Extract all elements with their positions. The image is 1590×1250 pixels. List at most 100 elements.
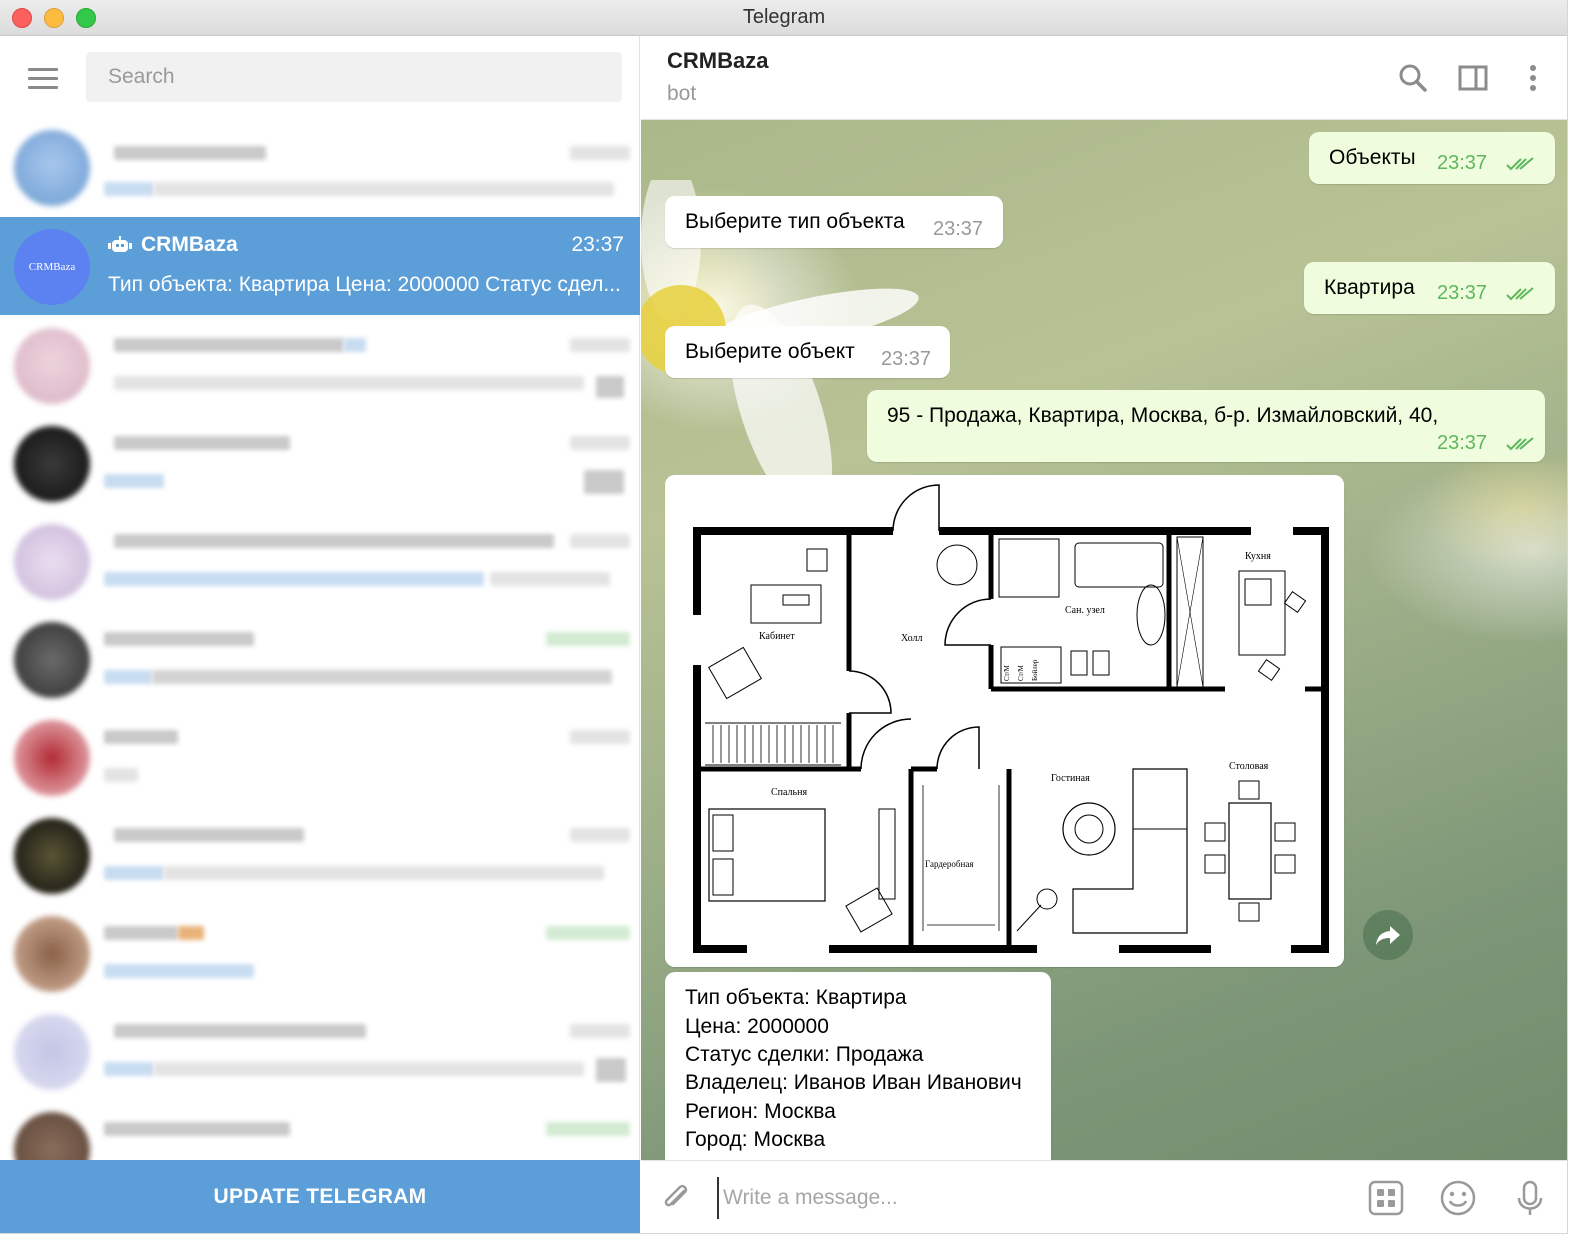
peer-name[interactable]: CRMBaza — [667, 48, 768, 74]
room-label-bedroom: Спальня — [771, 787, 807, 798]
avatar — [14, 720, 90, 796]
message-time: 23:37 — [881, 348, 932, 370]
chat-item-crmbaza[interactable]: CRMBaza CRMBaza 23:37 Тип объекта: Кварт… — [0, 217, 640, 315]
blurred-preview — [104, 768, 138, 782]
blurred-preview — [104, 474, 164, 488]
search-input[interactable] — [86, 52, 622, 102]
blurred-name — [114, 338, 344, 352]
attach-icon[interactable] — [657, 1179, 695, 1217]
bot-keyboard-icon[interactable] — [1367, 1179, 1405, 1217]
message-text: Квартира — [1324, 276, 1415, 299]
blurred-preview — [104, 572, 484, 586]
room-label-bathroom: Сан. узел — [1065, 605, 1105, 616]
blurred-preview — [154, 182, 614, 196]
room-label-appliance: Ст/М — [1017, 664, 1025, 681]
blurred-badge — [596, 1058, 626, 1082]
room-label-living: Гостиная — [1051, 773, 1090, 784]
chat-title: CRMBaza — [108, 233, 238, 257]
message-bubble-incoming[interactable]: Выберите тип объекта 23:37 — [665, 196, 1003, 248]
blurred-time — [546, 632, 630, 646]
message-bubble-outgoing[interactable]: Квартира 23:37 — [1304, 262, 1555, 314]
message-bubble-outgoing[interactable]: Объекты 23:37 — [1309, 132, 1555, 184]
blurred-preview — [114, 376, 584, 390]
blurred-time — [570, 1024, 630, 1038]
chat-item-blurred[interactable] — [0, 316, 640, 414]
blurred-preview — [152, 670, 612, 684]
room-label-kitchen: Кухня — [1245, 551, 1271, 562]
message-bubble-incoming[interactable]: Выберите объект 23:37 — [665, 326, 950, 378]
search-icon[interactable] — [1397, 62, 1429, 94]
microphone-icon[interactable] — [1511, 1179, 1549, 1217]
double-check-icon — [1506, 287, 1534, 301]
blurred-preview — [104, 1062, 154, 1076]
avatar — [14, 916, 90, 992]
blurred-name — [104, 632, 254, 646]
message-time: 23:37 — [1437, 282, 1488, 304]
room-label-boiler: Бойлер — [1031, 659, 1039, 681]
message-text: Объекты — [1329, 146, 1416, 169]
avatar — [14, 426, 90, 502]
chat-item-blurred[interactable] — [0, 512, 640, 610]
chat-item-blurred[interactable] — [0, 708, 640, 806]
chat-list: CRMBaza CRMBaza 23:37 Тип объекта: Кварт… — [0, 118, 640, 1160]
chat-item-blurred[interactable] — [0, 118, 640, 216]
room-label-appliance: Ст/М — [1003, 664, 1011, 681]
chat-item-blurred[interactable] — [0, 610, 640, 708]
message-input[interactable] — [717, 1177, 1337, 1219]
message-text: Выберите тип объекта — [685, 210, 905, 233]
message-bubble-incoming[interactable]: Тип объекта: Квартира Цена: 2000000 Стат… — [665, 972, 1051, 1160]
title-bar: Telegram — [0, 0, 1567, 36]
avatar — [14, 524, 90, 600]
share-button[interactable] — [1363, 910, 1413, 960]
info-line: Тип объекта: Квартира — [685, 986, 907, 1009]
blurred-preview — [154, 1062, 584, 1076]
hamburger-icon[interactable] — [28, 68, 58, 90]
chat-item-blurred[interactable] — [0, 414, 640, 512]
chat-item-blurred[interactable] — [0, 1100, 640, 1160]
blurred-name — [344, 338, 366, 352]
photo-message[interactable]: Кухня Сан. узел Кабинет Холл Спальня Гар… — [665, 475, 1344, 967]
blurred-preview — [490, 572, 610, 586]
blurred-time — [570, 534, 630, 548]
avatar — [14, 1014, 90, 1090]
avatar — [14, 818, 90, 894]
blurred-time — [546, 926, 630, 940]
blurred-name — [178, 926, 204, 940]
more-icon[interactable] — [1517, 62, 1549, 94]
chat-item-blurred[interactable] — [0, 904, 640, 1002]
blurred-time — [570, 146, 630, 160]
emoji-icon[interactable] — [1439, 1179, 1477, 1217]
chat-header: CRMBaza bot — [641, 36, 1567, 120]
blurred-name — [114, 534, 554, 548]
floorplan-image: Кухня Сан. узел Кабинет Холл Спальня Гар… — [665, 475, 1344, 967]
avatar — [14, 1112, 90, 1160]
update-telegram-button[interactable]: UPDATE TELEGRAM — [0, 1160, 640, 1233]
blurred-name — [114, 436, 290, 450]
sidebar-toggle-icon[interactable] — [1457, 62, 1489, 94]
blurred-badge — [596, 376, 624, 398]
message-history: Объекты 23:37 Выберите тип объекта 23:37… — [641, 120, 1567, 1160]
blurred-time — [570, 436, 630, 450]
message-text: Выберите объект — [685, 340, 855, 363]
blurred-name — [104, 1122, 290, 1136]
bot-icon — [108, 236, 132, 252]
blurred-name — [104, 730, 178, 744]
info-line: Статус сделки: Продажа — [685, 1043, 924, 1066]
blurred-preview — [104, 670, 152, 684]
chat-list-pane: CRMBaza CRMBaza 23:37 Тип объекта: Кварт… — [0, 36, 640, 1233]
avatar — [14, 130, 90, 206]
chat-item-blurred[interactable] — [0, 806, 640, 904]
chat-item-blurred[interactable] — [0, 1002, 640, 1100]
window-title: Telegram — [742, 6, 826, 28]
info-line: Город: Москва — [685, 1128, 826, 1151]
blurred-preview — [104, 964, 254, 978]
peer-status: bot — [667, 82, 697, 105]
blurred-name — [114, 1024, 366, 1038]
blurred-name — [104, 926, 178, 940]
info-line: Цена: 2000000 — [685, 1015, 829, 1038]
message-bubble-outgoing[interactable]: 95 - Продажа, Квартира, Москва, б-р. Изм… — [867, 390, 1545, 462]
telegram-window: Telegram CRMBaza — [0, 0, 1568, 1234]
room-label-dining: Столовая — [1229, 761, 1269, 772]
message-time: 23:37 — [1437, 432, 1488, 454]
chat-preview: Тип объекта: Квартира Цена: 2000000 Стат… — [108, 273, 621, 296]
